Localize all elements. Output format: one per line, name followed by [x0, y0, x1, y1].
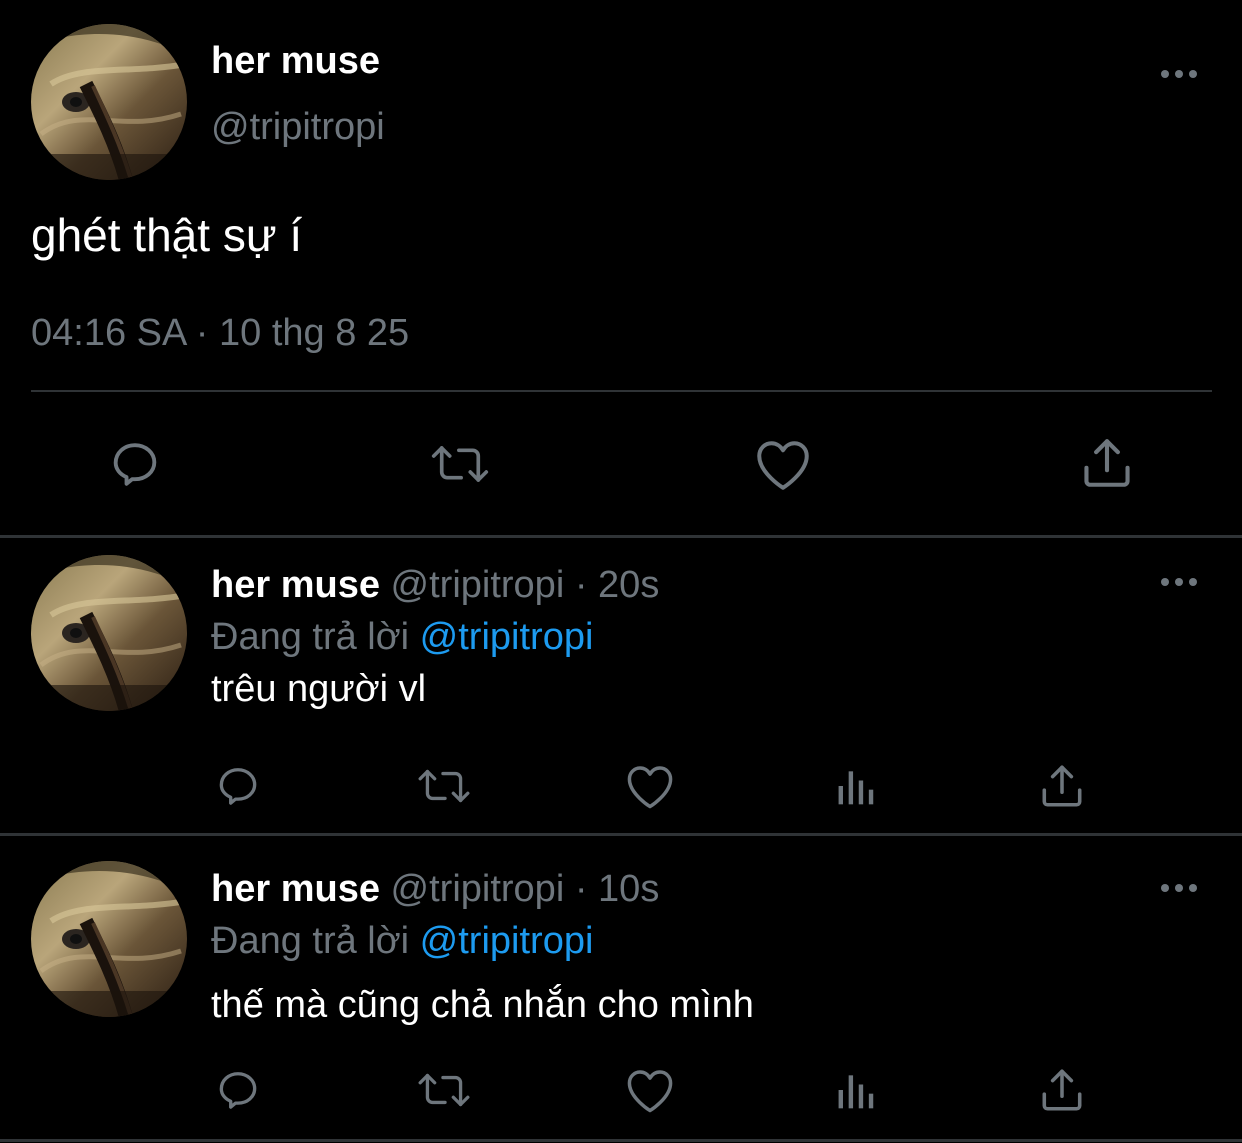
share-icon[interactable] [1034, 1062, 1090, 1118]
tweet-text: trêu người vl [211, 668, 427, 710]
main-tweet: her muse @tripitropi ghét thật sự í 04:1… [0, 0, 1242, 536]
divider [0, 1139, 1242, 1142]
analytics-icon[interactable] [830, 760, 882, 812]
user-handle[interactable]: @tripitropi [391, 868, 565, 910]
mention-link[interactable]: @tripitropi [420, 920, 594, 962]
reply-tweet[interactable]: her muse @tripitropi · 20s Đang trả lời … [0, 538, 1242, 838]
analytics-icon[interactable] [830, 1064, 882, 1116]
replying-to: Đang trả lời @tripitropi [211, 616, 593, 659]
display-name[interactable]: her muse [211, 564, 380, 606]
like-icon[interactable] [622, 1062, 678, 1118]
reply-icon[interactable] [210, 758, 266, 814]
more-options-icon[interactable] [1157, 878, 1201, 898]
separator-dot: · [574, 868, 588, 910]
tweet-text: ghét thật sự í [31, 209, 303, 261]
replying-to: Đang trả lời @tripitropi [211, 920, 593, 963]
mention-link[interactable]: @tripitropi [420, 616, 594, 658]
like-icon[interactable] [748, 432, 818, 496]
retweet-icon[interactable] [412, 758, 476, 814]
divider [31, 390, 1212, 392]
display-name[interactable]: her muse [211, 40, 380, 83]
relative-time[interactable]: 20s [598, 564, 659, 606]
separator-dot: · [574, 564, 588, 606]
reply-header: her muse @tripitropi · 10s [211, 868, 659, 911]
display-name[interactable]: her muse [211, 868, 380, 910]
reply-icon[interactable] [210, 1062, 266, 1118]
reply-tweet[interactable]: her muse @tripitropi · 10s Đang trả lời … [0, 836, 1242, 1136]
reply-icon[interactable] [100, 432, 170, 496]
more-options-icon[interactable] [1157, 572, 1201, 592]
avatar[interactable] [31, 24, 187, 180]
avatar[interactable] [31, 555, 187, 711]
retweet-icon[interactable] [420, 432, 500, 496]
tweet-text: thế mà cũng chả nhắn cho mình [211, 984, 754, 1026]
avatar[interactable] [31, 861, 187, 1017]
more-options-icon[interactable] [1157, 64, 1201, 84]
replying-label: Đang trả lời [211, 920, 410, 962]
share-icon[interactable] [1072, 430, 1142, 496]
reply-header: her muse @tripitropi · 20s [211, 564, 659, 607]
user-handle[interactable]: @tripitropi [391, 564, 565, 606]
tweet-timestamp[interactable]: 04:16 SA · 10 thg 8 25 [31, 312, 409, 355]
retweet-icon[interactable] [412, 1062, 476, 1118]
replying-label: Đang trả lời [211, 616, 410, 658]
user-handle[interactable]: @tripitropi [211, 106, 385, 149]
like-icon[interactable] [622, 758, 678, 814]
relative-time[interactable]: 10s [598, 868, 659, 910]
share-icon[interactable] [1034, 758, 1090, 814]
